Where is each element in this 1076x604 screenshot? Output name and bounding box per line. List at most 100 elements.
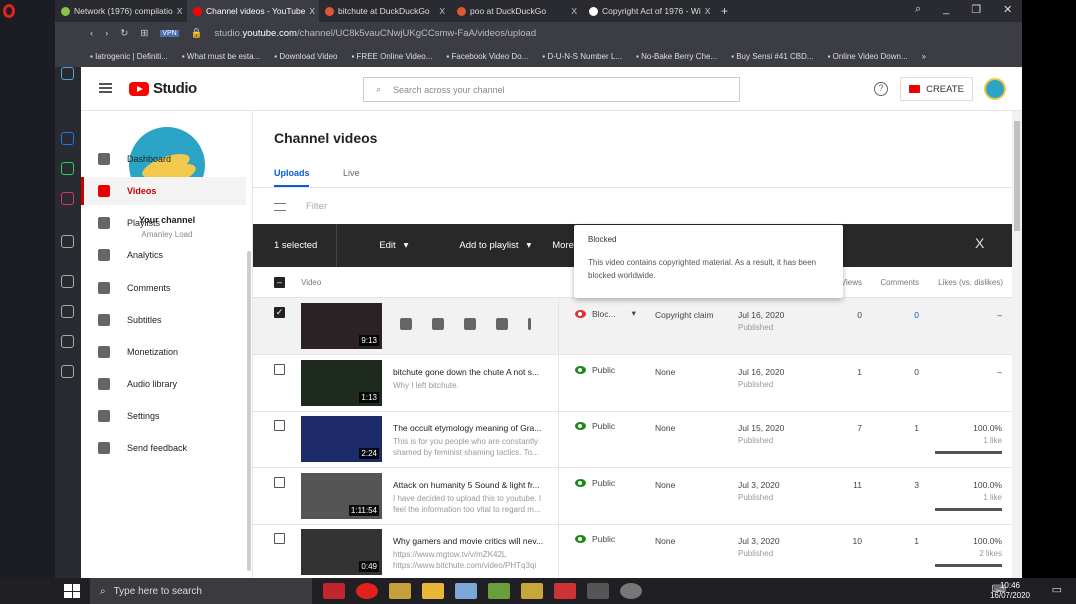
analytics-icon[interactable] xyxy=(432,318,444,330)
studio-logo[interactable]: Studio xyxy=(129,80,197,97)
column-comments[interactable]: Comments xyxy=(880,278,919,287)
back-icon[interactable]: ‹ xyxy=(90,28,93,39)
notifications-icon[interactable]: ▭ xyxy=(1052,583,1062,596)
forward-icon[interactable]: › xyxy=(105,28,108,39)
video-title[interactable]: Attack on humanity 5 Sound & light fr... xyxy=(393,480,543,490)
video-title[interactable]: The occult etymology meaning of Gra... xyxy=(393,423,543,433)
select-all-checkbox[interactable]: – xyxy=(274,277,285,288)
scrollbar-thumb[interactable] xyxy=(1014,121,1020,231)
whatsapp-icon[interactable] xyxy=(61,162,74,175)
new-tab-button[interactable]: + xyxy=(721,4,728,18)
maximize-button[interactable]: ❐ xyxy=(971,3,981,16)
taskbar-app-icon[interactable] xyxy=(455,583,477,599)
table-row[interactable]: 0:49 Why gamers and movie critics will ne… xyxy=(253,524,1012,578)
sidebar-scrollbar[interactable] xyxy=(247,251,251,571)
sidebar-item-send-feedback[interactable]: Send feedback xyxy=(81,434,246,462)
sidebar-item-subtitles[interactable]: Subtitles xyxy=(81,306,246,334)
table-row[interactable]: 1:11:54 Attack on humanity 5 Sound & ligh… xyxy=(253,467,1012,525)
video-thumbnail[interactable]: 1:13 xyxy=(301,359,382,406)
youtube-icon[interactable] xyxy=(496,318,508,330)
home-icon[interactable] xyxy=(61,67,74,80)
help-icon[interactable]: ? xyxy=(874,82,888,96)
taskbar-app-icon[interactable] xyxy=(620,583,642,599)
visibility-dropdown[interactable]: Public xyxy=(575,478,615,488)
table-row[interactable]: ✓ 9:13 Bloc... ▾ Copyright claim Jul 16, … xyxy=(253,298,1012,355)
table-row[interactable]: 2:24 The occult etymology meaning of Gra.… xyxy=(253,411,1012,468)
bookmark-item[interactable]: ▪ Buy Sensi #41 CBD... xyxy=(731,52,813,61)
edit-pencil-icon[interactable] xyxy=(400,318,412,330)
row-checkbox[interactable]: ✓ xyxy=(274,307,285,318)
sidebar-item-comments[interactable]: Comments xyxy=(81,274,246,302)
browser-tab[interactable]: Channel videos - YouTube X xyxy=(187,0,319,22)
close-window-button[interactable]: ✕ xyxy=(1003,3,1012,16)
file-explorer-icon[interactable] xyxy=(422,583,444,599)
taskbar-app-icon[interactable] xyxy=(554,583,576,599)
add-to-playlist-dropdown[interactable]: Add to playlist ▾ xyxy=(408,240,531,251)
windows-start-icon[interactable] xyxy=(64,584,80,598)
bookmark-item[interactable]: ▪ FREE Online Video... xyxy=(351,52,432,61)
visibility-dropdown[interactable]: Public xyxy=(575,534,615,544)
search-tabs-icon[interactable]: ⌕ xyxy=(915,3,921,16)
avatar[interactable] xyxy=(984,78,1006,100)
video-title[interactable]: Why gamers and movie critics will nev... xyxy=(393,536,543,546)
video-thumbnail[interactable]: 1:11:54 xyxy=(301,472,382,519)
close-tab-icon[interactable]: X xyxy=(439,6,445,16)
table-row[interactable]: 1:13 bitchute gone down the chute A not s… xyxy=(253,354,1012,412)
bookmark-item[interactable]: ▪ What must be esta... xyxy=(182,52,260,61)
heart-icon[interactable] xyxy=(61,305,74,318)
bookmark-item[interactable]: ▪ Download Video xyxy=(274,52,337,61)
browser-tab[interactable]: Copyright Act of 1976 - Wi X xyxy=(583,0,715,22)
opera-logo-icon[interactable] xyxy=(3,4,15,18)
reload-icon[interactable]: ↻ xyxy=(120,28,128,39)
url-text[interactable]: studio.youtube.com/channel/UC8k5vauCNwjU… xyxy=(215,28,537,39)
sidebar-item-videos[interactable]: Videos xyxy=(81,177,246,205)
history-icon[interactable] xyxy=(61,365,74,378)
column-likes[interactable]: Likes (vs. dislikes) xyxy=(938,278,1003,287)
video-thumbnail[interactable]: 0:49 xyxy=(301,529,382,575)
column-views[interactable]: Views xyxy=(841,278,862,287)
close-tab-icon[interactable]: X xyxy=(309,6,315,16)
taskbar-app-icon[interactable] xyxy=(521,583,543,599)
close-tab-icon[interactable]: X xyxy=(177,6,183,16)
instagram-icon[interactable] xyxy=(61,192,74,205)
messenger-icon[interactable] xyxy=(61,132,74,145)
send-icon[interactable] xyxy=(61,235,74,248)
sidebar-item-dashboard[interactable]: Dashboard xyxy=(81,145,246,173)
close-tab-icon[interactable]: X xyxy=(705,6,711,16)
more-options-icon[interactable] xyxy=(528,318,531,330)
bookmark-item[interactable]: ▪ Facebook Video Do... xyxy=(446,52,528,61)
sidebar-item-settings[interactable]: Settings xyxy=(81,402,246,430)
address-bar[interactable]: ‹ › ↻ ⊞ VPN 🔒 studio.youtube.com/channel/UC… xyxy=(55,22,1022,45)
taskbar-app-icon[interactable] xyxy=(587,583,609,599)
search-input[interactable]: ⌕ Search across your channel xyxy=(363,77,740,102)
news-icon[interactable] xyxy=(61,335,74,348)
close-icon[interactable]: X xyxy=(975,235,984,251)
taskbar-app-icon[interactable] xyxy=(488,583,510,599)
sidebar-item-analytics[interactable]: Analytics xyxy=(81,241,246,269)
visibility-dropdown[interactable]: Public xyxy=(575,421,615,431)
sidebar-item-monetization[interactable]: Monetization xyxy=(81,338,246,366)
menu-icon[interactable] xyxy=(99,83,112,93)
taskbar-search-input[interactable]: ⌕ Type here to search xyxy=(90,578,312,604)
bookmark-item[interactable]: ▪ No-Bake Berry Che... xyxy=(636,52,717,61)
close-tab-icon[interactable]: X xyxy=(571,6,577,16)
browser-tab[interactable]: bitchute at DuckDuckGo X xyxy=(319,0,451,22)
video-thumbnail[interactable]: 2:24 xyxy=(301,416,382,462)
edit-dropdown[interactable]: Edit ▾ xyxy=(337,240,408,251)
bookmark-item[interactable]: ▪ Iatrogenic | Definiti... xyxy=(90,52,168,61)
comments-count[interactable]: 0 xyxy=(914,310,919,320)
bookmark-item[interactable]: ▪ D-U-N-S Number L... xyxy=(542,52,622,61)
sidebar-item-audio-library[interactable]: Audio library xyxy=(81,370,246,398)
tab-live[interactable]: Live xyxy=(343,168,360,178)
browser-tab[interactable]: Network (1976) compilatio X xyxy=(55,0,187,22)
row-checkbox[interactable] xyxy=(274,533,285,544)
opera-taskbar-icon[interactable] xyxy=(356,583,378,599)
comments-icon[interactable] xyxy=(464,318,476,330)
keyboard-icon[interactable]: ⌨ xyxy=(992,584,1006,595)
video-title[interactable]: bitchute gone down the chute A not s... xyxy=(393,367,543,377)
row-checkbox[interactable] xyxy=(274,476,285,488)
taskbar-app-icon[interactable] xyxy=(323,583,345,599)
apps-icon[interactable] xyxy=(61,275,74,288)
taskbar-app-icon[interactable] xyxy=(389,583,411,599)
more-bookmarks-button[interactable]: » xyxy=(922,52,926,61)
